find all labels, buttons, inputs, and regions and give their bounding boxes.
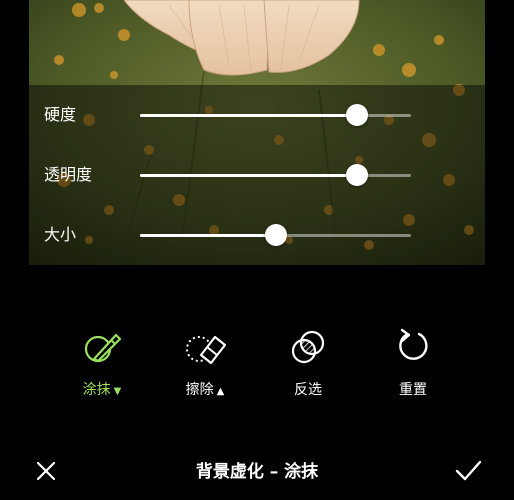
page-title: 背景虚化 – 涂抹 — [195, 462, 319, 482]
eraser-expand-caret[interactable]: ▲ — [217, 386, 225, 397]
size-label: 大小 — [44, 225, 77, 244]
tool-eraser-label: 擦除 — [185, 382, 214, 398]
brush-settings-panel: 硬度 透明度 大小 — [0, 85, 514, 265]
opacity-slider[interactable] — [140, 164, 411, 186]
hardness-slider[interactable] — [140, 104, 411, 126]
hardness-slider-thumb[interactable] — [345, 104, 368, 126]
hardness-slider-row: 硬度 — [0, 100, 514, 130]
tool-reset-label: 重置 — [399, 382, 427, 398]
opacity-slider-fill — [140, 174, 357, 177]
size-slider-thumb[interactable] — [264, 224, 287, 246]
tool-invert[interactable]: 反选 — [268, 325, 348, 399]
brush-icon — [84, 333, 122, 363]
size-slider-fill — [140, 234, 276, 237]
size-slider[interactable] — [140, 224, 411, 246]
tool-brush[interactable]: 涂抹 ▼ — [62, 325, 142, 399]
size-slider-row: 大小 — [0, 220, 514, 250]
hardness-label: 硬度 — [44, 105, 77, 124]
hardness-slider-fill — [140, 114, 357, 117]
tool-brush-label: 涂抹 — [82, 382, 111, 398]
brush-expand-caret[interactable]: ▼ — [114, 386, 122, 397]
reset-icon — [399, 328, 428, 360]
tool-reset[interactable]: 重置 — [373, 325, 453, 399]
eraser-icon — [186, 335, 227, 365]
tool-eraser[interactable]: 擦除 ▲ — [165, 325, 245, 399]
opacity-slider-row: 透明度 — [0, 160, 514, 190]
check-icon[interactable] — [452, 455, 484, 487]
opacity-label: 透明度 — [44, 165, 93, 184]
bottom-bar: 背景虚化 – 涂抹 — [0, 445, 514, 493]
tool-invert-label: 反选 — [294, 382, 322, 398]
invert-selection-icon — [291, 330, 325, 364]
opacity-slider-thumb[interactable] — [345, 164, 368, 186]
